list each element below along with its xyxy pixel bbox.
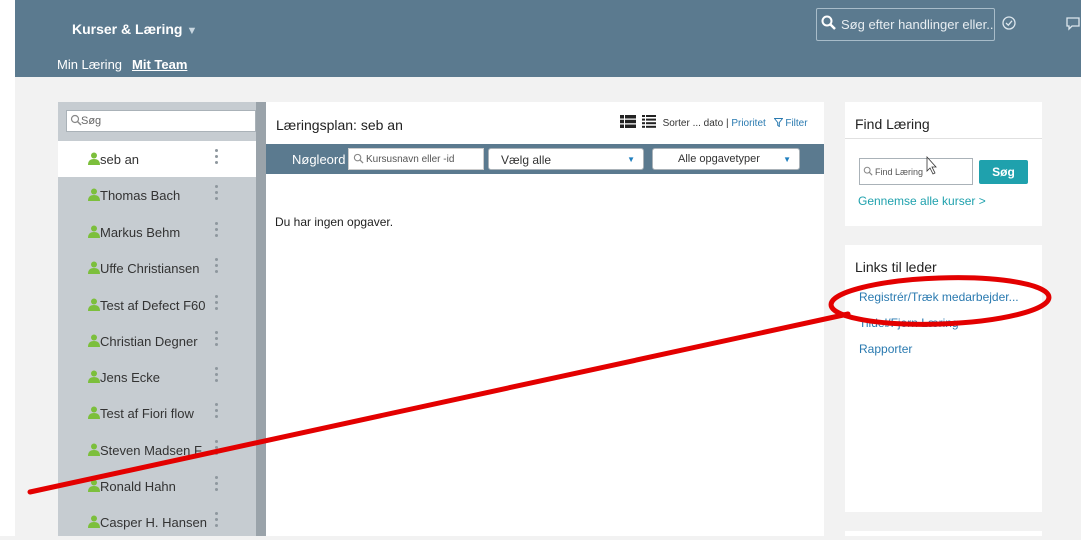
keyword-input[interactable]: Kursusnavn eller -id bbox=[348, 148, 484, 170]
empty-message: Du har ingen opgaver. bbox=[275, 215, 394, 229]
person-icon bbox=[88, 152, 100, 165]
team-member-name: Steven Madsen F... bbox=[100, 443, 212, 458]
team-member-row[interactable]: Uffe Christiansen bbox=[58, 250, 256, 286]
team-panel: Søg seb an Thomas Bach Markus Behm Uffe Chr… bbox=[58, 102, 266, 536]
person-icon bbox=[88, 334, 100, 347]
left-edge bbox=[0, 0, 15, 536]
lower-card bbox=[845, 531, 1042, 536]
more-options-icon[interactable] bbox=[215, 258, 219, 276]
divider bbox=[845, 138, 1042, 139]
person-icon bbox=[88, 406, 100, 419]
team-member-name: Ronald Hahn bbox=[100, 479, 176, 494]
browse-all-courses-link[interactable]: Gennemse alle kurser > bbox=[858, 194, 986, 208]
person-icon bbox=[88, 515, 100, 528]
chevron-down-icon: ▼ bbox=[186, 25, 198, 37]
register-employee-link[interactable]: Registrér/Træk medarbejder... bbox=[859, 290, 1019, 304]
list-view-icon[interactable] bbox=[620, 115, 636, 128]
subnav-min-laering[interactable]: Min Læring bbox=[57, 57, 122, 72]
team-member-name: Christian Degner bbox=[100, 334, 198, 349]
priority-link[interactable]: Prioritet bbox=[731, 118, 765, 129]
more-options-icon[interactable] bbox=[215, 222, 219, 240]
chat-icon[interactable] bbox=[1065, 15, 1081, 34]
team-member-row[interactable]: Jens Ecke bbox=[58, 359, 256, 395]
team-member-name: Jens Ecke bbox=[100, 370, 160, 385]
shell-search-input[interactable]: Søg efter handlinger eller... bbox=[816, 8, 995, 41]
filter-icon bbox=[773, 118, 784, 128]
search-icon bbox=[863, 166, 873, 176]
filter-label: Filter bbox=[785, 118, 808, 129]
person-icon bbox=[88, 370, 100, 383]
team-member-row[interactable]: Thomas Bach bbox=[58, 177, 256, 213]
find-learning-search-button[interactable]: Søg bbox=[979, 160, 1028, 184]
team-member-row[interactable]: Markus Behm bbox=[58, 214, 256, 250]
find-learning-placeholder: Find Læring bbox=[875, 167, 924, 177]
task-type-dropdown[interactable]: Alle opgavetyper ▼ bbox=[652, 148, 800, 170]
sort-separator: | bbox=[725, 118, 729, 129]
filter-link[interactable]: Filter bbox=[773, 118, 808, 129]
team-scrollbar[interactable] bbox=[256, 102, 266, 536]
person-icon bbox=[88, 225, 100, 238]
filter-bar: Nøgleord Kursusnavn eller -id Vælg alle … bbox=[266, 144, 824, 174]
learning-plan-panel: Læringsplan: seb an Sorter ... dato | Pr… bbox=[266, 102, 824, 536]
manager-links-title: Links til leder bbox=[855, 259, 937, 275]
sort-label: Sorter ... dato bbox=[662, 118, 724, 129]
team-member-name: Test af Defect F60 bbox=[100, 298, 206, 313]
more-options-icon[interactable] bbox=[215, 295, 219, 313]
team-member-name: Markus Behm bbox=[100, 225, 181, 240]
chevron-down-icon: ▼ bbox=[783, 155, 791, 164]
keyword-label: Nøgleord bbox=[292, 152, 346, 167]
team-member-row[interactable]: Christian Degner bbox=[58, 323, 256, 359]
more-options-icon[interactable] bbox=[215, 185, 219, 203]
task-type-value: Alle opgavetyper bbox=[678, 153, 760, 165]
find-learning-title: Find Læring bbox=[855, 116, 930, 132]
search-icon bbox=[353, 153, 364, 164]
team-search-input[interactable]: Søg bbox=[66, 110, 256, 132]
select-all-value: Vælg alle bbox=[501, 153, 552, 167]
assign-learning-link[interactable]: Tildel/Fjern Læring bbox=[859, 316, 959, 330]
subnav-mit-team[interactable]: Mit Team bbox=[132, 57, 187, 72]
learning-plan-title: Læringsplan: seb an bbox=[276, 117, 403, 133]
person-icon bbox=[88, 443, 100, 456]
person-icon bbox=[88, 479, 100, 492]
team-member-row[interactable]: Test af Fiori flow bbox=[58, 395, 256, 431]
more-options-icon[interactable] bbox=[215, 403, 219, 421]
shell-header: Kurser & Læring ▼ Min Læring Mit Team Søg… bbox=[15, 0, 1081, 77]
more-options-icon[interactable] bbox=[215, 440, 219, 458]
person-icon bbox=[88, 298, 100, 311]
check-circle-icon[interactable] bbox=[1001, 15, 1017, 34]
reports-link[interactable]: Rapporter bbox=[859, 342, 912, 356]
more-options-icon[interactable] bbox=[215, 367, 219, 385]
more-options-icon[interactable] bbox=[215, 149, 219, 167]
chevron-down-icon: ▼ bbox=[627, 155, 635, 164]
more-options-icon[interactable] bbox=[215, 512, 219, 530]
team-member-row[interactable]: Ronald Hahn bbox=[58, 468, 256, 504]
learning-plan-tools: Sorter ... dato | Prioritet Filter bbox=[620, 115, 808, 129]
more-options-icon[interactable] bbox=[215, 476, 219, 494]
team-member-name: Thomas Bach bbox=[100, 188, 181, 203]
manager-links-card: Links til leder Registrér/Træk medarbejd… bbox=[845, 245, 1042, 512]
more-options-icon[interactable] bbox=[215, 331, 219, 349]
detail-view-icon[interactable] bbox=[641, 115, 656, 128]
team-member-row[interactable]: Test af Defect F60 bbox=[58, 287, 256, 323]
find-learning-input[interactable]: Find Læring bbox=[859, 158, 973, 185]
find-learning-card: Find Læring Find Læring Søg Gennemse all… bbox=[845, 102, 1042, 226]
select-all-dropdown[interactable]: Vælg alle ▼ bbox=[488, 148, 644, 170]
app-menu-button[interactable]: Kurser & Læring ▼ bbox=[72, 21, 197, 37]
team-member-name: seb an bbox=[100, 152, 140, 167]
keyword-placeholder: Kursusnavn eller -id bbox=[366, 154, 455, 165]
shell-search-placeholder: Søg efter handlinger eller... bbox=[841, 17, 995, 32]
search-icon bbox=[70, 114, 82, 126]
person-icon bbox=[88, 188, 100, 201]
person-icon bbox=[88, 261, 100, 274]
team-member-row[interactable]: Casper H. Hansen bbox=[58, 504, 256, 540]
app-title: Kurser & Læring bbox=[72, 21, 183, 37]
team-search-placeholder: Søg bbox=[81, 115, 102, 127]
team-member-row[interactable]: Steven Madsen F... bbox=[58, 432, 256, 468]
team-member-row[interactable]: seb an bbox=[58, 141, 256, 177]
subnav: Min Læring Mit Team bbox=[15, 44, 1081, 77]
team-member-name: Test af Fiori flow bbox=[100, 406, 194, 421]
team-member-name: Uffe Christiansen bbox=[100, 261, 200, 276]
search-icon bbox=[821, 15, 836, 30]
team-member-name: Casper H. Hansen bbox=[100, 515, 207, 530]
